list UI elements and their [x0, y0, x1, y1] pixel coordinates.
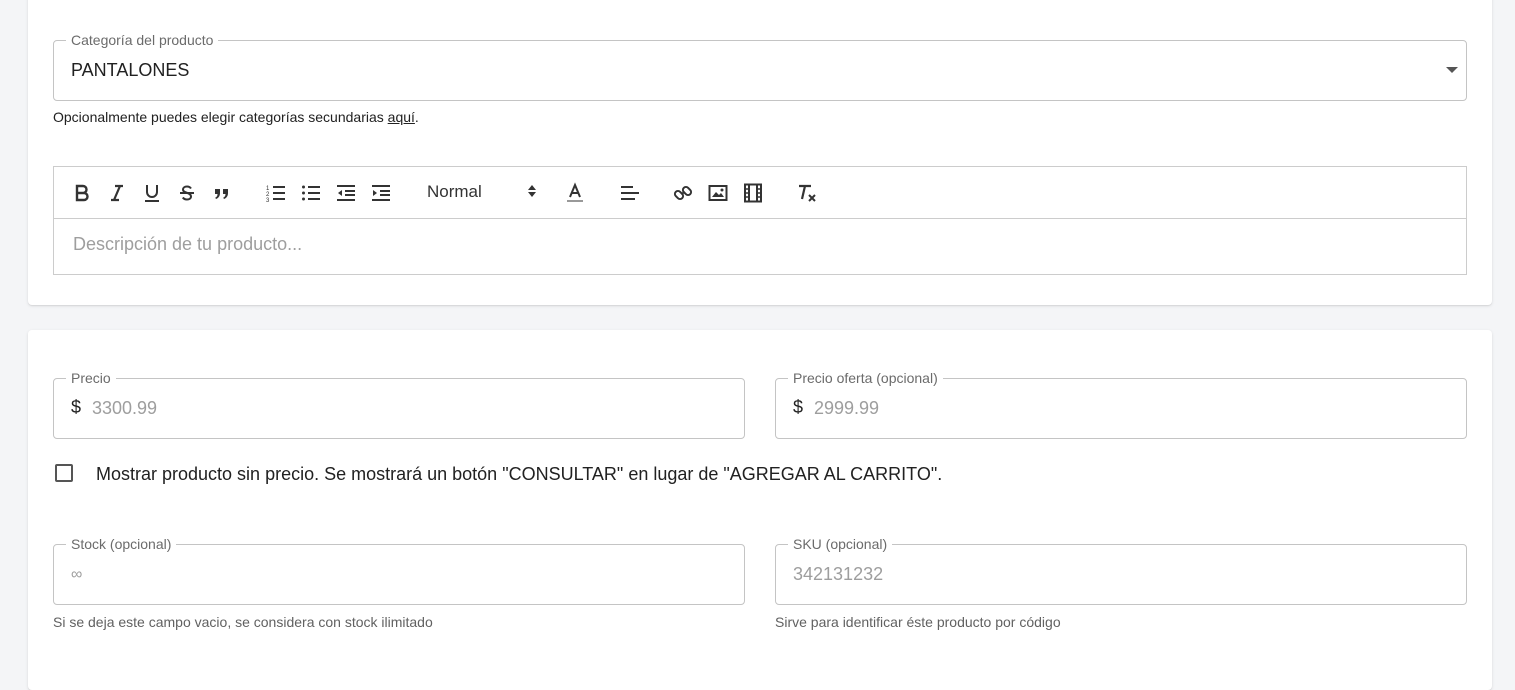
bullet-list-icon[interactable] [298, 181, 324, 205]
sale-price-placeholder: 2999.99 [814, 398, 880, 418]
sku-placeholder: 342131232 [793, 564, 884, 584]
italic-icon[interactable] [104, 181, 130, 205]
category-select[interactable]: Categoría del producto PANTALONES [53, 32, 1467, 101]
price-currency-prefix: $ [71, 397, 82, 417]
sku-field[interactable]: SKU (opcional) 342131232 [775, 536, 1467, 605]
indent-icon[interactable] [368, 181, 394, 205]
category-value: PANTALONES [71, 60, 190, 80]
category-helper: Opcionalmente puedes elegir categorías s… [53, 109, 419, 125]
text-color-icon[interactable] [562, 181, 588, 205]
clear-format-icon[interactable] [794, 181, 820, 205]
header-format-value: Normal [427, 182, 482, 201]
svg-text:3: 3 [266, 198, 270, 202]
underline-icon[interactable] [139, 181, 165, 205]
description-editor: 123 Normal Descripción de tu producto... [53, 166, 1467, 275]
sale-price-field[interactable]: Precio oferta (opcional) $ 2999.99 [775, 370, 1467, 439]
strikethrough-icon[interactable] [174, 181, 200, 205]
updown-arrows-icon [527, 183, 537, 204]
sale-price-label: Precio oferta (opcional) [788, 370, 943, 386]
secondary-categories-link[interactable]: aquí [388, 109, 415, 125]
header-format-select[interactable]: Normal [427, 179, 537, 205]
video-icon[interactable] [740, 181, 766, 205]
image-icon[interactable] [705, 181, 731, 205]
price-placeholder: 3300.99 [92, 398, 158, 418]
dropdown-arrow-icon [1446, 67, 1458, 73]
category-label: Categoría del producto [66, 32, 219, 48]
align-icon[interactable] [617, 181, 643, 205]
pricing-card: Precio $ 3300.99 Precio oferta (opcional… [28, 330, 1492, 690]
stock-field[interactable]: Stock (opcional) ∞ [53, 536, 745, 605]
blockquote-icon[interactable] [209, 181, 235, 205]
no-price-label[interactable]: Mostrar producto sin precio. Se mostrará… [96, 464, 942, 485]
sku-label: SKU (opcional) [788, 536, 893, 552]
price-label: Precio [66, 370, 116, 386]
category-helper-suffix: . [414, 109, 419, 125]
outdent-icon[interactable] [333, 181, 359, 205]
product-info-card: Categoría del producto PANTALONES Opcion… [28, 0, 1492, 305]
category-helper-text: Opcionalmente puedes elegir categorías s… [53, 109, 384, 125]
editor-toolbar: 123 Normal [54, 167, 1466, 219]
stock-helper: Si se deja este campo vacio, se consider… [53, 614, 433, 630]
bold-icon[interactable] [69, 181, 95, 205]
ordered-list-icon[interactable]: 123 [263, 181, 289, 205]
description-placeholder[interactable]: Descripción de tu producto... [73, 234, 302, 255]
sale-price-currency-prefix: $ [793, 397, 804, 417]
stock-placeholder: ∞ [71, 566, 83, 583]
no-price-checkbox[interactable] [55, 464, 73, 482]
link-icon[interactable] [670, 181, 696, 205]
price-field[interactable]: Precio $ 3300.99 [53, 370, 745, 439]
sku-helper: Sirve para identificar éste producto por… [775, 614, 1061, 630]
stock-label: Stock (opcional) [66, 536, 177, 552]
